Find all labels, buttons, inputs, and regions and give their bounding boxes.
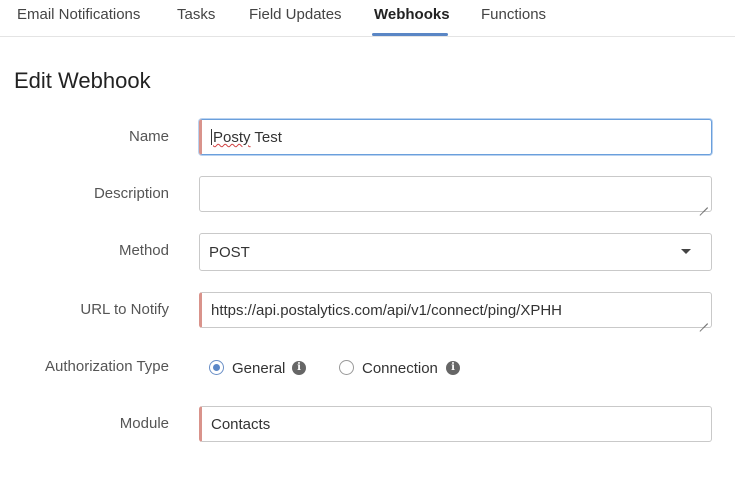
active-tab-indicator <box>372 33 448 36</box>
chevron-down-icon[interactable] <box>681 249 691 254</box>
radio-button-general[interactable] <box>209 360 224 375</box>
description-label: Description <box>93 185 169 202</box>
module-label: Module <box>119 415 169 432</box>
tab-tasks[interactable]: Tasks <box>177 6 215 23</box>
module-value: Contacts <box>211 416 271 433</box>
tab-field-updates[interactable]: Field Updates <box>249 6 342 23</box>
url-value: https://api.postalytics.com/api/v1/conne… <box>211 302 563 319</box>
page-title: Edit Webhook <box>14 68 151 93</box>
tab-functions[interactable]: Functions <box>481 6 546 23</box>
tab-webhooks[interactable]: Webhooks <box>374 6 450 23</box>
name-input[interactable]: Posty Test <box>199 119 712 155</box>
method-value: POST <box>209 244 250 261</box>
info-icon[interactable]: i <box>292 361 306 375</box>
name-input-value: Posty Test <box>211 129 282 146</box>
radio-button-connection[interactable] <box>339 360 354 375</box>
misspelled-word: Posty <box>213 129 251 146</box>
name-input-value-rest: Test <box>250 129 282 146</box>
tab-bar: Email Notifications Tasks Field Updates … <box>0 0 735 37</box>
authorization-type-label: Authorization Type <box>45 358 169 375</box>
tab-email-notifications[interactable]: Email Notifications <box>17 6 140 23</box>
radio-label-general: General <box>232 360 286 377</box>
info-icon[interactable]: i <box>446 361 460 375</box>
resize-grip-icon[interactable] <box>698 198 708 208</box>
url-textarea[interactable]: https://api.postalytics.com/api/v1/conne… <box>199 292 712 328</box>
module-input[interactable]: Contacts <box>199 406 712 442</box>
method-select[interactable]: POST <box>199 233 712 271</box>
url-label: URL to Notify <box>80 301 169 318</box>
description-textarea[interactable] <box>199 176 712 212</box>
text-caret <box>211 129 212 145</box>
radio-label-connection: Connection <box>362 360 438 377</box>
resize-grip-icon[interactable] <box>698 314 708 324</box>
method-label: Method <box>118 242 169 259</box>
name-label: Name <box>128 128 169 145</box>
